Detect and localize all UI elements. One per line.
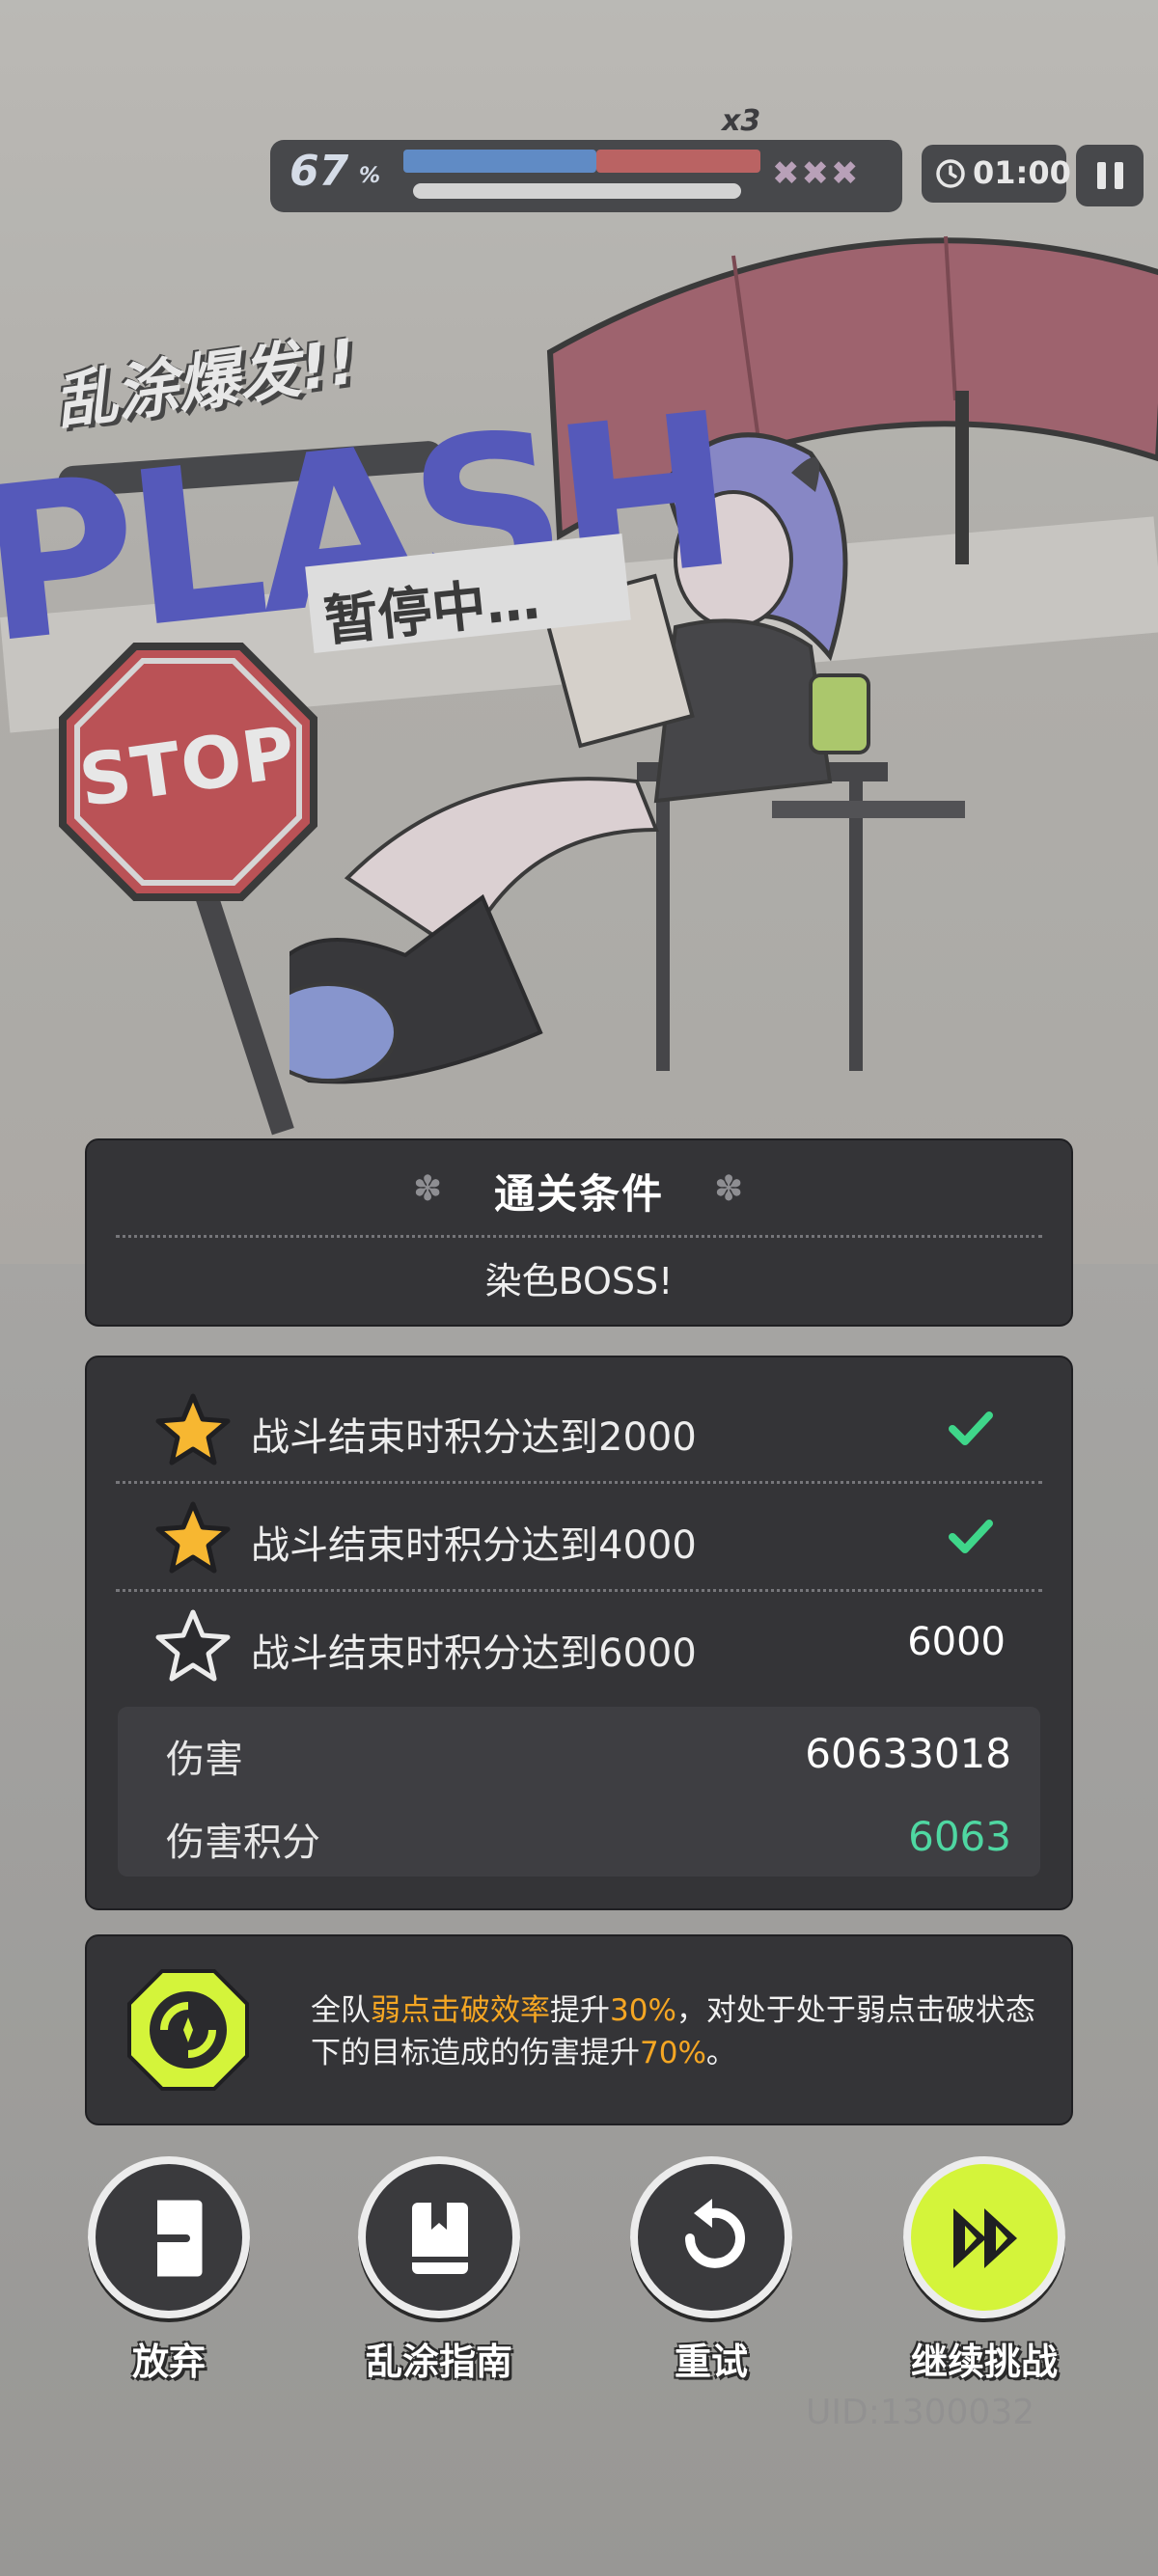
buff-panel: 全队弱点击破效率提升30%，对处于处于弱点击破状态下的目标造成的伤害提升70%。 [85,1934,1073,2125]
conditions-title: 通关条件 [493,1170,664,1218]
give-up-button[interactable]: 放弃 [72,2156,265,2385]
buff-text-part: 。 [705,2036,736,2070]
star-objective-row: 战斗结束时积分达到4000 [154,1485,1033,1581]
star-empty-icon [155,1609,231,1682]
buff-text-part: 全队 [311,1993,371,2028]
continue-label: 继续挑战 [910,2341,1058,2383]
divider [116,1235,1042,1238]
divider [116,1481,1042,1484]
uid-text: UID:1300032 [806,2393,1035,2432]
damage-value: 60633018 [805,1730,1011,1777]
retry-circle[interactable] [630,2156,792,2318]
weakness-break-icon [127,1969,249,2091]
flower-icon-right: ✽ [714,1169,744,1209]
buff-text-part: 提升 [550,1993,610,2028]
damage-summary: 伤害 60633018 伤害积分 6063 [118,1707,1040,1877]
exit-door-icon [133,2200,203,2277]
fast-forward-icon [953,2208,1017,2268]
condition-text: 染色BOSS! [484,1260,674,1302]
clear-conditions-panel: ✽ 通关条件 ✽ 染色BOSS! [85,1138,1073,1327]
retry-button[interactable]: 重试 [615,2156,808,2385]
guide-button[interactable]: 乱涂指南 [343,2156,536,2385]
star-filled-icon [155,1393,231,1466]
continue-button[interactable]: 继续挑战 [888,2156,1081,2385]
guide-label: 乱涂指南 [365,2341,512,2383]
give-up-label: 放弃 [131,2341,206,2383]
book-icon [412,2203,468,2274]
star-objective-progress: 6000 [907,1620,1006,1664]
buff-highlight: 70% [640,2036,706,2070]
continue-circle[interactable] [903,2156,1065,2318]
damage-label: 伤害 [166,1738,243,1782]
check-icon [949,1520,993,1553]
star-objective-label: 战斗结束时积分达到2000 [251,1415,697,1460]
star-filled-icon [155,1501,231,1574]
star-objective-label: 战斗结束时积分达到4000 [251,1523,697,1568]
buff-description: 全队弱点击破效率提升30%，对处于处于弱点击破状态下的目标造成的伤害提升70%。 [311,1989,1054,2074]
buff-highlight: 30% [610,1993,676,2028]
star-objective-label: 战斗结束时积分达到6000 [251,1631,697,1676]
give-up-circle[interactable] [88,2156,250,2318]
damage-score-value: 6063 [908,1813,1011,1860]
star-objective-row: 战斗结束时积分达到2000 [154,1377,1033,1473]
check-icon [949,1411,993,1445]
retry-label: 重试 [674,2341,748,2383]
buff-highlight: 弱点击破效率 [371,1993,550,2028]
retry-icon [685,2199,745,2268]
guide-circle[interactable] [358,2156,520,2318]
divider [116,1589,1042,1592]
star-objective-row: 战斗结束时积分达到6000 6000 [154,1593,1033,1689]
star-objectives-panel: 战斗结束时积分达到2000 战斗结束时积分达到4000 战斗结束时积分达到600… [85,1356,1073,1910]
damage-score-label: 伤害积分 [166,1821,320,1865]
